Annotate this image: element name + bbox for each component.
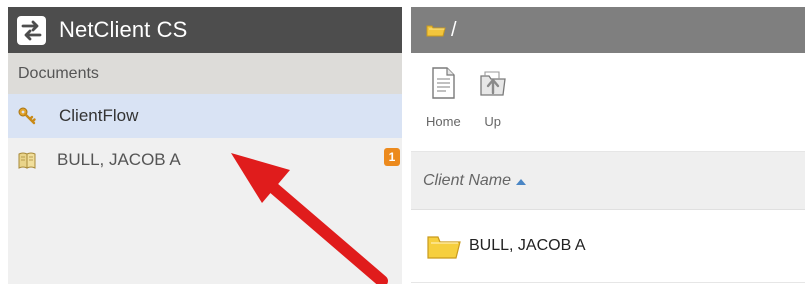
client-book-icon: [18, 152, 36, 169]
client-name-cell: BULL, JACOB A: [469, 237, 586, 254]
folder-icon: [426, 25, 446, 37]
folder-icon: [427, 236, 461, 259]
sidebar-item-label: ClientFlow: [59, 106, 139, 125]
sidebar-item-label: BULL, JACOB A: [57, 150, 181, 169]
column-header-client-name[interactable]: Client Name: [411, 152, 805, 210]
app-title: NetClient CS: [59, 17, 188, 42]
path-bar: /: [411, 7, 805, 53]
sidebar-item-client-bull-jacob[interactable]: BULL, JACOB A 1: [8, 138, 402, 182]
folder-up-icon: [480, 71, 506, 96]
section-header-documents: Documents: [8, 53, 402, 94]
current-path: /: [451, 18, 457, 41]
main-panel: / Home Up Client Name BULL, JACOB A: [411, 7, 805, 284]
sidebar-item-clientflow[interactable]: ClientFlow: [8, 94, 402, 138]
notification-count-badge: 1: [384, 148, 400, 166]
sidebar: NetClient CS Documents ClientFlow BULL, …: [8, 7, 402, 284]
section-title: Documents: [18, 64, 99, 82]
app-header: NetClient CS: [8, 7, 402, 53]
up-button-label: Up: [484, 114, 501, 129]
toolbar: Home Up: [411, 53, 805, 152]
home-button-label: Home: [426, 114, 461, 129]
keys-icon: [18, 107, 36, 125]
up-button[interactable]: Up: [479, 67, 507, 151]
transfer-arrows-icon: [17, 15, 46, 45]
column-header-label: Client Name: [423, 171, 512, 189]
document-page-icon: [432, 67, 456, 99]
home-button[interactable]: Home: [426, 67, 461, 151]
sort-ascending-icon: [516, 179, 527, 185]
table-row[interactable]: BULL, JACOB A: [411, 210, 805, 283]
